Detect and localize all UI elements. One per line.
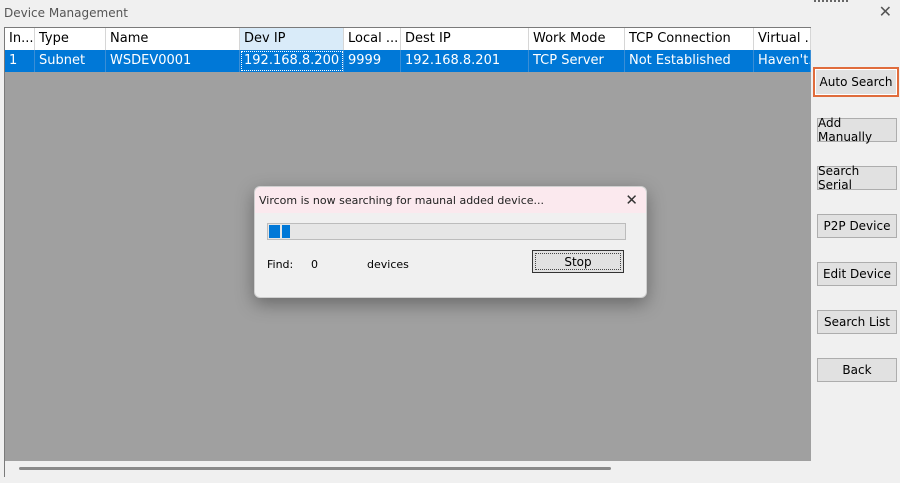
col-dev-ip-header[interactable]: Dev IP: [240, 28, 344, 50]
p2p-device-button[interactable]: P2P Device: [817, 214, 897, 238]
auto-search-button[interactable]: Auto Search: [813, 67, 899, 97]
col-virtual-cell: Haven't...: [754, 50, 811, 72]
find-label: Find:: [267, 258, 294, 271]
col-tcp-connection-cell: Not Established: [625, 50, 754, 72]
col-work-mode-header[interactable]: Work Mode: [529, 28, 625, 50]
close-icon[interactable]: ✕: [879, 3, 892, 21]
search-progress-bar: [267, 223, 626, 240]
title-bar: Device Management ✕: [0, 0, 900, 26]
scrollbar-thumb[interactable]: [19, 467, 611, 470]
window-title: Device Management: [4, 6, 128, 20]
table-header: In... Type Name Dev IP Local ... Dest IP Work …: [5, 28, 811, 50]
horizontal-scrollbar[interactable]: [5, 461, 811, 477]
col-index-cell: 1: [5, 50, 35, 72]
search-progress-dialog: Vircom is now searching for maunal added…: [254, 186, 647, 298]
close-icon[interactable]: ✕: [625, 191, 638, 209]
col-dest-ip-header[interactable]: Dest IP: [401, 28, 529, 50]
col-dest-ip-cell: 192.168.8.201: [401, 50, 529, 72]
search-list-button[interactable]: Search List: [817, 310, 897, 334]
col-name-cell: WSDEV0001: [106, 50, 240, 72]
back-button[interactable]: Back: [817, 358, 897, 382]
col-work-mode-cell: TCP Server: [529, 50, 625, 72]
title-decoration: [814, 0, 848, 4]
col-local-port-header[interactable]: Local ...: [344, 28, 401, 50]
progress-segment-gap: [280, 225, 282, 238]
search-serial-button[interactable]: Search Serial: [817, 164, 897, 192]
col-dev-ip-cell: 192.168.8.200: [240, 50, 344, 72]
col-type-cell: Subnet: [35, 50, 106, 72]
col-tcp-connection-header[interactable]: TCP Connection: [625, 28, 754, 50]
dialog-title-bar: Vircom is now searching for maunal added…: [255, 187, 646, 213]
find-count: 0: [311, 258, 318, 271]
add-manually-button[interactable]: Add Manually: [817, 116, 897, 144]
col-local-port-cell: 9999: [344, 50, 401, 72]
table-row[interactable]: 1 Subnet WSDEV0001 192.168.8.200 9999 192.168…: [5, 50, 811, 72]
edit-device-button[interactable]: Edit Device: [817, 262, 897, 286]
col-type-header[interactable]: Type: [35, 28, 106, 50]
stop-button[interactable]: Stop: [532, 250, 624, 273]
col-virtual-header[interactable]: Virtual ...: [754, 28, 811, 50]
find-unit: devices: [367, 258, 409, 271]
dialog-title: Vircom is now searching for maunal added…: [259, 194, 545, 207]
col-name-header[interactable]: Name: [106, 28, 240, 50]
col-index-header[interactable]: In...: [5, 28, 35, 50]
